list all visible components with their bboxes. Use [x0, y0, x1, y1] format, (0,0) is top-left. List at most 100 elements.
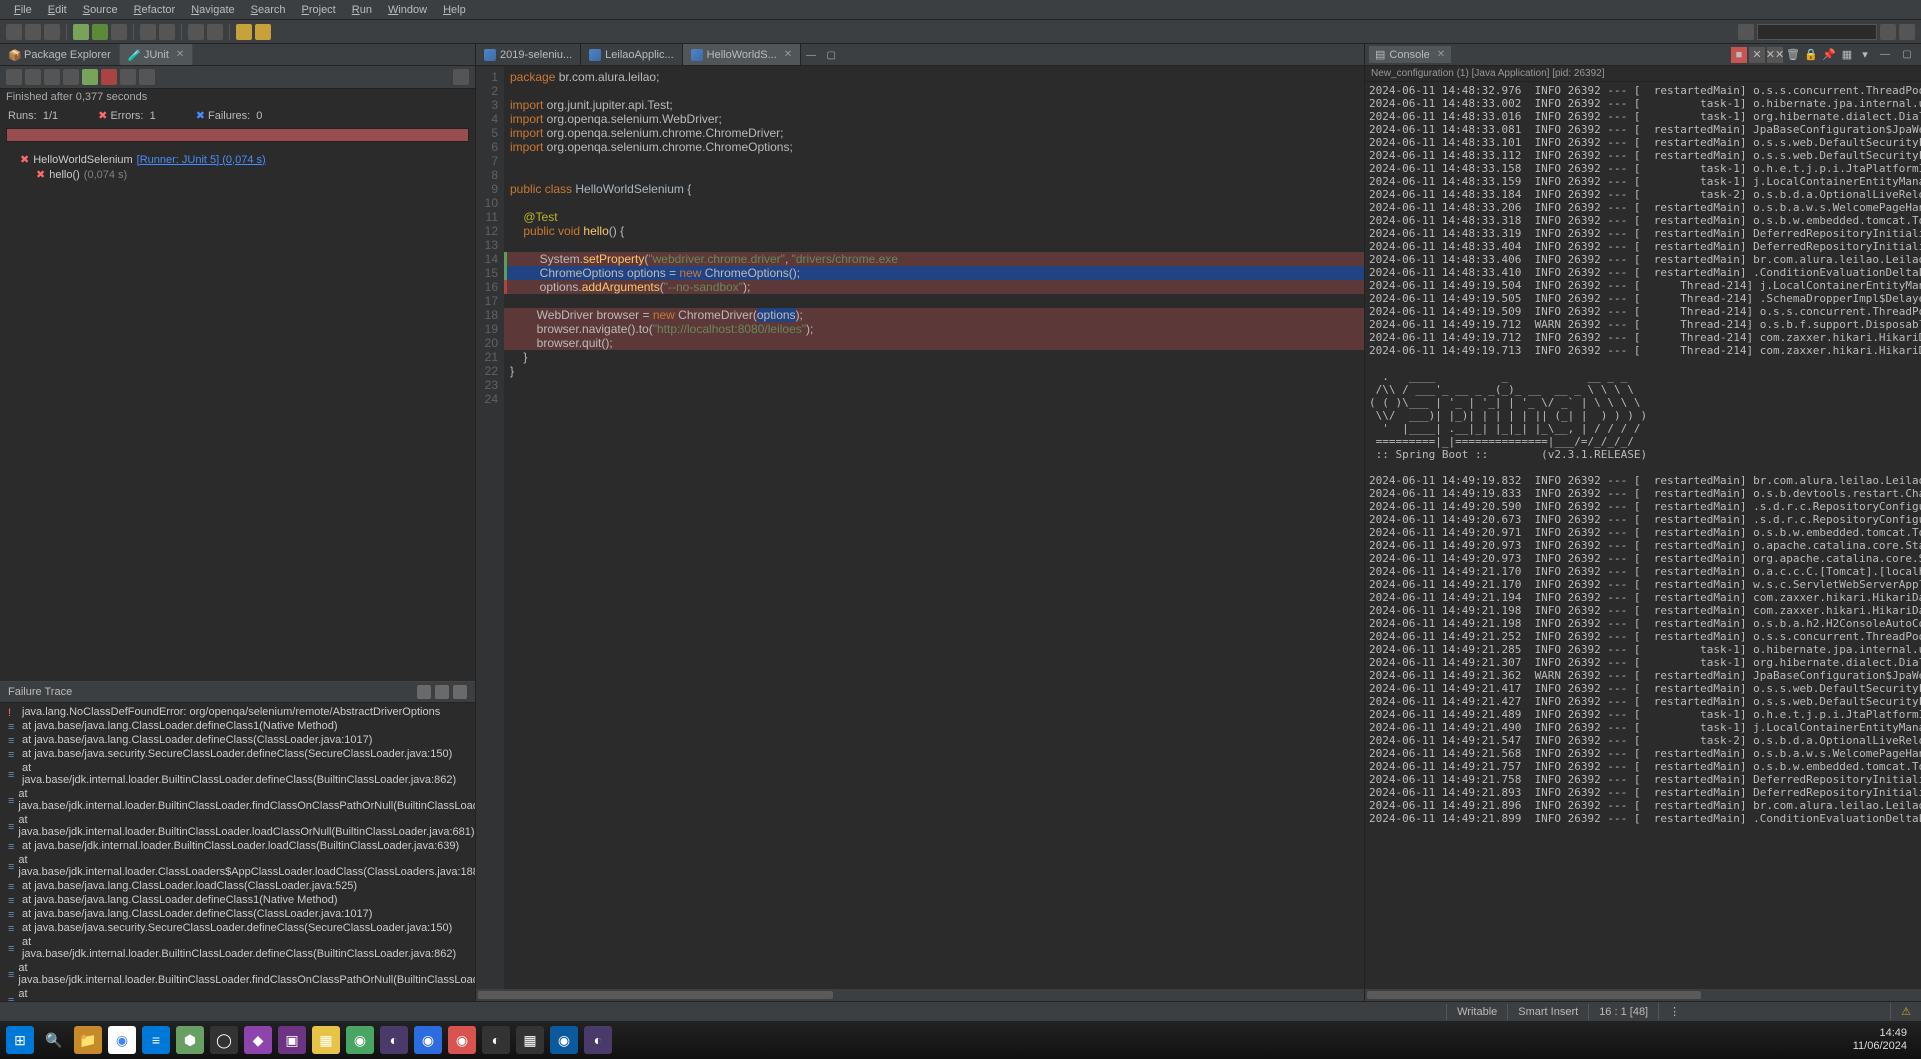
trace-line[interactable]: ≡at java.base/java.security.SecureClassL…	[4, 921, 471, 935]
junit-tree[interactable]: ✖ HelloWorldSelenium [Runner: JUnit 5] (…	[0, 148, 475, 681]
open-console-icon[interactable]: ▾	[1857, 47, 1873, 63]
code-line[interactable]	[504, 392, 1364, 406]
code-line[interactable]: public void hello() {	[504, 224, 1364, 238]
code-line[interactable]: import org.openqa.selenium.chrome.Chrome…	[504, 140, 1364, 154]
app2-icon[interactable]: ▣	[278, 1026, 306, 1054]
menu-run[interactable]: Run	[346, 2, 378, 17]
app3-icon[interactable]: ▦	[312, 1026, 340, 1054]
perspective-java-icon[interactable]	[1880, 24, 1896, 40]
status-notification-icon[interactable]: ⚠	[1890, 1003, 1921, 1020]
quick-access-icon[interactable]	[1738, 24, 1754, 40]
back-icon[interactable]	[236, 24, 252, 40]
eclipse-icon[interactable]: ◐	[380, 1026, 408, 1054]
search-taskbar-icon[interactable]: 🔍	[40, 1026, 68, 1054]
perspective-debug-icon[interactable]	[1899, 24, 1915, 40]
next-failure-icon[interactable]	[6, 69, 22, 85]
console-output[interactable]: 2024-06-11 14:48:32.976 INFO 26392 --- […	[1365, 82, 1921, 989]
debug-icon[interactable]	[73, 24, 89, 40]
terminate-icon[interactable]: ■	[1731, 47, 1747, 63]
left-tab-junit[interactable]: 🧪JUnit✕	[120, 44, 193, 65]
code-line[interactable]	[504, 238, 1364, 252]
console-scrollbar[interactable]	[1365, 989, 1921, 1001]
save-icon[interactable]	[25, 24, 41, 40]
trace-line[interactable]: ≡at java.base/jdk.internal.loader.Builti…	[4, 935, 471, 961]
run-icon[interactable]	[92, 24, 108, 40]
code-line[interactable]: System.setProperty("webdriver.chrome.dri…	[504, 252, 1364, 266]
app6-icon[interactable]: ◉	[448, 1026, 476, 1054]
open-type-icon[interactable]	[188, 24, 204, 40]
scroll-lock-icon[interactable]	[63, 69, 79, 85]
chrome-icon[interactable]: ◉	[108, 1026, 136, 1054]
menu-window[interactable]: Window	[382, 2, 433, 17]
menu-refactor[interactable]: Refactor	[128, 2, 182, 17]
code-line[interactable]: ChromeOptions options = new ChromeOption…	[504, 266, 1364, 280]
menu-file[interactable]: File	[8, 2, 38, 17]
remove-all-icon[interactable]: ✕✕	[1767, 47, 1783, 63]
trace-line[interactable]: ≡at java.base/java.lang.ClassLoader.defi…	[4, 719, 471, 733]
pin-console-icon[interactable]: 📌	[1821, 47, 1837, 63]
code-line[interactable]	[504, 168, 1364, 182]
code-line[interactable]: import org.openqa.selenium.chrome.Chrome…	[504, 126, 1364, 140]
start-button[interactable]: ⊞	[6, 1026, 34, 1054]
code-line[interactable]	[504, 84, 1364, 98]
app4-icon[interactable]: ◉	[346, 1026, 374, 1054]
close-icon[interactable]: ✕	[784, 49, 792, 60]
clear-console-icon[interactable]: 🗑	[1785, 47, 1801, 63]
save-all-icon[interactable]	[44, 24, 60, 40]
compare-icon[interactable]	[435, 685, 449, 699]
view-menu-icon[interactable]	[453, 69, 469, 85]
console-maximize-icon[interactable]: ▢	[1899, 47, 1915, 63]
explorer-icon[interactable]: 📁	[74, 1026, 102, 1054]
forward-icon[interactable]	[255, 24, 271, 40]
remove-launch-icon[interactable]: ✕	[1749, 47, 1765, 63]
trace-menu-icon[interactable]	[453, 685, 467, 699]
app1-icon[interactable]: ◆	[244, 1026, 272, 1054]
code-line[interactable]: import org.openqa.selenium.WebDriver;	[504, 112, 1364, 126]
console-tab[interactable]: ▤ Console ✕	[1369, 46, 1451, 63]
search-icon[interactable]	[207, 24, 223, 40]
tree-item[interactable]: ✖ hello() (0,074 s)	[8, 167, 467, 182]
show-failures-icon[interactable]	[44, 69, 60, 85]
quick-access-input[interactable]	[1757, 24, 1877, 40]
trace-line[interactable]: ≡at java.base/java.lang.ClassLoader.defi…	[4, 733, 471, 747]
code-line[interactable]	[504, 378, 1364, 392]
intellij-icon[interactable]: ▦	[516, 1026, 544, 1054]
edge-icon[interactable]: ◉	[550, 1026, 578, 1054]
menu-source[interactable]: Source	[77, 2, 124, 17]
menu-search[interactable]: Search	[245, 2, 292, 17]
editor-maximize-icon[interactable]: ▢	[823, 47, 839, 63]
trace-line[interactable]: !java.lang.NoClassDefFoundError: org/ope…	[4, 705, 471, 719]
code-line[interactable]: public class HelloWorldSelenium {	[504, 182, 1364, 196]
code-line[interactable]: browser.quit();	[504, 336, 1364, 350]
menu-help[interactable]: Help	[437, 2, 472, 17]
history-icon[interactable]	[139, 69, 155, 85]
menu-edit[interactable]: Edit	[42, 2, 73, 17]
stop-icon[interactable]	[120, 69, 136, 85]
close-icon[interactable]: ✕	[176, 49, 184, 60]
editor-tab[interactable]: HelloWorldS...✕	[683, 44, 802, 65]
scroll-lock-console-icon[interactable]: 🔒	[1803, 47, 1819, 63]
editor-tab[interactable]: LeilaoApplic...	[581, 44, 683, 65]
menu-navigate[interactable]: Navigate	[185, 2, 240, 17]
trace-line[interactable]: ≡at java.base/jdk.internal.loader.Builti…	[4, 839, 471, 853]
code-line[interactable]: browser.navigate().to("http://localhost:…	[504, 322, 1364, 336]
trace-line[interactable]: ≡at java.base/java.lang.ClassLoader.defi…	[4, 907, 471, 921]
code-content[interactable]: package br.com.alura.leilao; import org.…	[504, 66, 1364, 989]
code-line[interactable]: WebDriver browser = new ChromeDriver(opt…	[504, 308, 1364, 322]
menu-project[interactable]: Project	[296, 2, 342, 17]
rerun-failed-icon[interactable]	[101, 69, 117, 85]
new-class-icon[interactable]	[159, 24, 175, 40]
trace-line[interactable]: ≡at java.base/jdk.internal.loader.Builti…	[4, 787, 471, 813]
node-icon[interactable]: ⬢	[176, 1026, 204, 1054]
trace-line[interactable]: ≡at java.base/java.security.SecureClassL…	[4, 747, 471, 761]
trace-line[interactable]: ≡at java.base/jdk.internal.loader.Builti…	[4, 813, 471, 839]
trace-line[interactable]: ≡at java.base/java.lang.ClassLoader.load…	[4, 879, 471, 893]
code-line[interactable]: @Test	[504, 210, 1364, 224]
taskbar-clock[interactable]: 14:49 11/06/2024	[1853, 1027, 1915, 1053]
tree-item[interactable]: ✖ HelloWorldSelenium [Runner: JUnit 5] (…	[8, 152, 467, 167]
code-line[interactable]	[504, 294, 1364, 308]
app5-icon[interactable]: ◉	[414, 1026, 442, 1054]
app7-icon[interactable]: ◐	[482, 1026, 510, 1054]
code-line[interactable]: options.addArguments("--no-sandbox");	[504, 280, 1364, 294]
new-package-icon[interactable]	[140, 24, 156, 40]
